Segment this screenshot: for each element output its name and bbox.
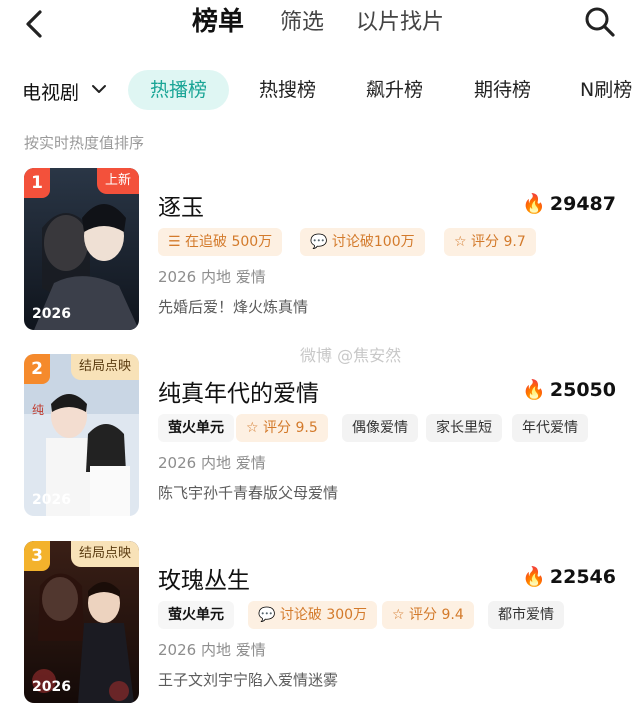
poster-image[interactable]: 纯 2 结局点映 2026	[24, 354, 139, 516]
show-meta: 2026 内地 爱情	[158, 268, 266, 286]
rank-badge: 3	[24, 541, 50, 571]
back-arrow-icon[interactable]	[18, 6, 54, 42]
chip-discussion[interactable]: 💬 讨论破100万	[300, 228, 425, 256]
finale-badge: 结局点映	[70, 541, 139, 567]
chip-rating[interactable]: ☆ 评分 9.5	[236, 414, 328, 442]
poster-image[interactable]: 3 结局点映 2026	[24, 541, 139, 703]
chip-genre[interactable]: 都市爱情	[488, 601, 564, 629]
pill-rewatch[interactable]: N刷榜	[580, 70, 632, 110]
heat-value: 29487	[549, 193, 616, 215]
category-row: 电视剧 热播榜 热搜榜 飙升榜 期待榜 N刷榜	[0, 68, 640, 112]
chip-label: 评分 9.7	[471, 234, 526, 250]
show-description: 陈飞宇孙千青春版父母爱情	[158, 484, 339, 502]
fire-icon: 🔥	[522, 193, 546, 215]
heat-value: 22546	[549, 566, 616, 588]
rank-badge: 2	[24, 354, 50, 384]
pill-rising[interactable]: 飙升榜	[366, 70, 423, 110]
show-card[interactable]: 3 结局点映 2026 玫瑰丛生 🔥 22546 萤火单元 💬 讨论破 300万 …	[0, 541, 640, 711]
category-selector[interactable]: 电视剧	[22, 78, 79, 105]
poster-year: 2026	[32, 679, 71, 695]
pill-hot-search[interactable]: 热搜榜	[259, 70, 316, 110]
chip-firefly-unit[interactable]: 萤火单元	[158, 414, 234, 442]
chip-label: 讨论破 300万	[279, 607, 368, 623]
show-card[interactable]: 1 上新 2026 逐玉 🔥 29487 ☰ 在追破 500万 💬 讨论破100万…	[0, 168, 640, 338]
show-description: 先婚后爱！烽火炼真情	[158, 298, 309, 316]
chip-genre[interactable]: 家长里短	[426, 414, 502, 442]
heat-score: 🔥 25050	[522, 378, 616, 401]
chip-label: 在追破 500万	[185, 234, 273, 250]
heat-score: 🔥 22546	[522, 565, 616, 588]
chip-discussion[interactable]: 💬 讨论破 300万	[248, 601, 378, 629]
show-meta: 2026 内地 爱情	[158, 454, 266, 472]
tab-find-by-clip[interactable]: 以片找片	[356, 4, 444, 36]
show-title[interactable]: 纯真年代的爱情	[158, 374, 319, 408]
chip-watching[interactable]: ☰ 在追破 500万	[158, 228, 283, 256]
chip-label: 评分 9.5	[263, 420, 318, 436]
search-icon[interactable]	[582, 4, 618, 40]
poster-year: 2026	[32, 306, 71, 322]
tab-filter[interactable]: 筛选	[280, 4, 324, 36]
chip-rating[interactable]: ☆ 评分 9.7	[444, 228, 536, 256]
chip-label: 评分 9.4	[409, 607, 464, 623]
sort-description: 按实时热度值排序	[24, 134, 145, 152]
heat-score: 🔥 29487	[522, 192, 616, 215]
finale-badge: 结局点映	[70, 354, 139, 380]
new-badge: 上新	[96, 168, 139, 194]
tab-ranking[interactable]: 榜单	[192, 1, 244, 38]
poster-year: 2026	[32, 492, 71, 508]
pill-hot-play[interactable]: 热播榜	[128, 70, 230, 110]
chevron-down-icon[interactable]	[90, 80, 108, 98]
show-description: 王子文刘宇宁陷入爱情迷雾	[158, 671, 339, 689]
chip-genre[interactable]: 年代爱情	[512, 414, 588, 442]
heat-value: 25050	[549, 379, 616, 401]
watermark: 微博 @焦安然	[300, 346, 402, 365]
fire-icon: 🔥	[522, 379, 546, 401]
top-bar: 榜单 筛选 以片找片	[0, 0, 640, 48]
chip-label: 讨论破100万	[331, 234, 415, 250]
show-card[interactable]: 纯 2 结局点映 2026 纯真年代的爱情 🔥 25050 萤火单元 ☆ 评分 9…	[0, 354, 640, 524]
chip-rating[interactable]: ☆ 评分 9.4	[382, 601, 474, 629]
chip-firefly-unit[interactable]: 萤火单元	[158, 601, 234, 629]
show-title[interactable]: 逐玉	[158, 188, 204, 222]
poster-image[interactable]: 1 上新 2026	[24, 168, 139, 330]
pill-anticipated[interactable]: 期待榜	[474, 70, 531, 110]
show-title[interactable]: 玫瑰丛生	[158, 561, 250, 595]
svg-text:纯: 纯	[32, 403, 44, 417]
fire-icon: 🔥	[522, 566, 546, 588]
rank-badge: 1	[24, 168, 50, 198]
show-meta: 2026 内地 爱情	[158, 641, 266, 659]
chip-genre[interactable]: 偶像爱情	[342, 414, 418, 442]
